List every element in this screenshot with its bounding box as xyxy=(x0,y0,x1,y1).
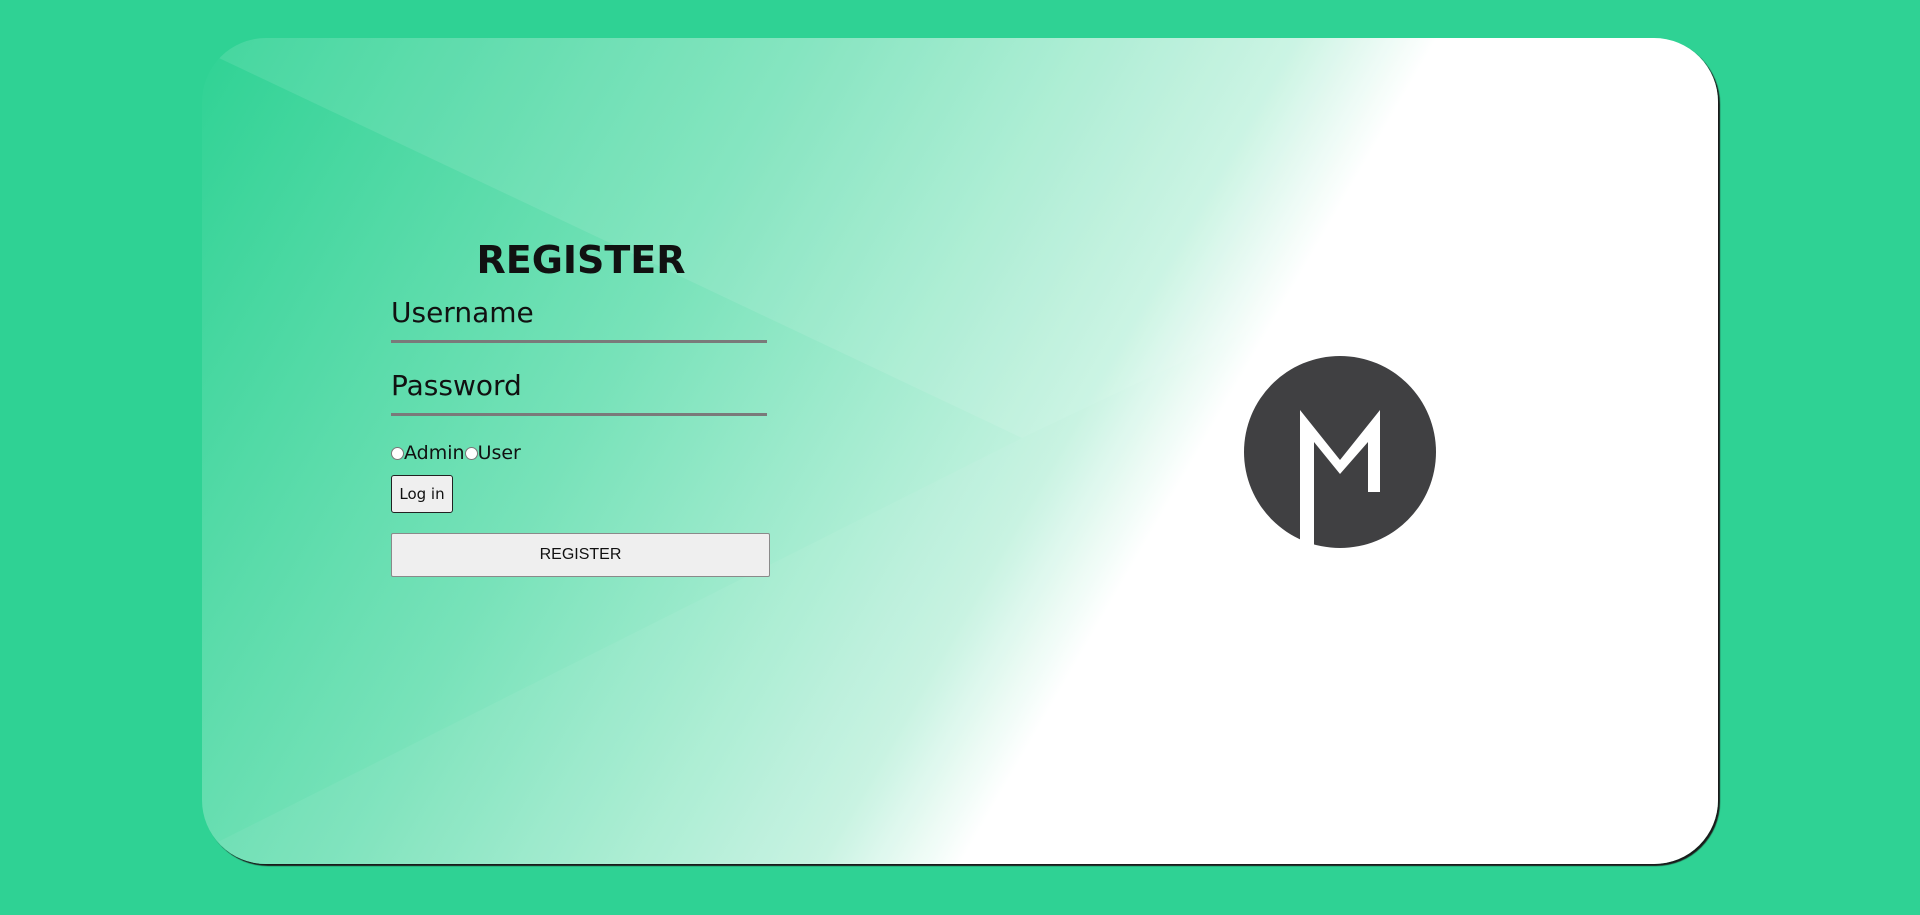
register-form: REGISTER Admin User Log in REGISTER xyxy=(391,238,771,577)
role-radio-group: Admin User xyxy=(391,442,771,464)
register-button[interactable]: REGISTER xyxy=(391,533,770,577)
register-card: REGISTER Admin User Log in REGISTER xyxy=(202,38,1718,864)
m-monogram-icon xyxy=(1244,356,1436,548)
password-field[interactable] xyxy=(391,357,767,416)
username-field[interactable] xyxy=(391,284,767,343)
form-title: REGISTER xyxy=(476,238,686,282)
user-radio-label: User xyxy=(477,442,521,464)
logo-circle xyxy=(1244,356,1436,548)
user-radio[interactable] xyxy=(464,446,478,460)
admin-radio-label: Admin xyxy=(404,442,465,464)
admin-radio[interactable] xyxy=(391,446,404,460)
login-button[interactable]: Log in xyxy=(391,475,453,513)
